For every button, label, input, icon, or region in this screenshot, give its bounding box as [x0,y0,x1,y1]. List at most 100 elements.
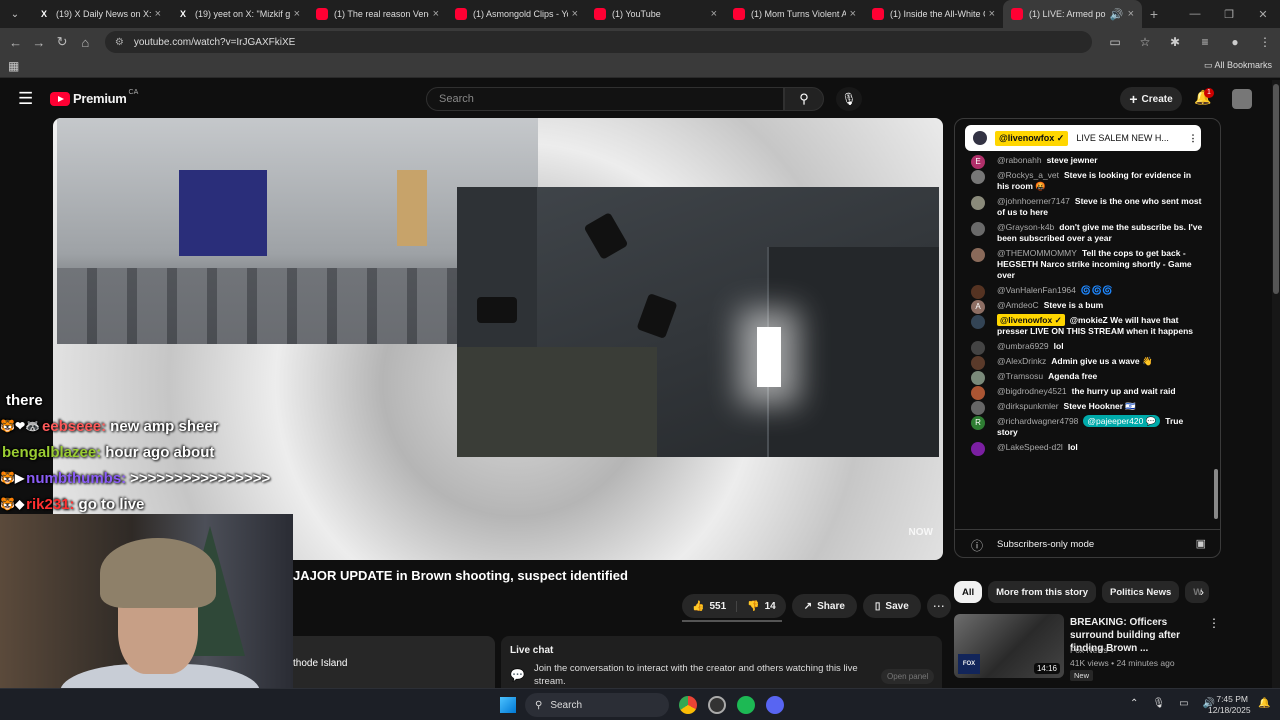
url-field[interactable]: ⚙ youtube.com/watch?v=IrJGAXFkiXE [104,31,1093,53]
open-panel-button[interactable]: Open panel [881,669,935,684]
search-input[interactable]: Search [426,87,784,111]
chip-politics-news[interactable]: Politics News [1102,581,1180,603]
more-vert-icon[interactable]: ⋮ [1208,616,1220,630]
browser-tab[interactable]: (1) Inside the All-White C × [864,0,1003,28]
chat-username[interactable]: @dirkspunkmler [997,401,1059,411]
spotify-icon[interactable] [737,696,755,714]
avatar[interactable] [971,285,985,299]
chevron-right-icon[interactable]: › [1200,585,1204,599]
avatar[interactable] [971,196,985,210]
profile-icon[interactable]: ● [1220,35,1250,49]
forward-icon[interactable]: → [27,35,50,50]
browser-tab[interactable]: (1) The real reason Venez × [308,0,447,28]
share-button[interactable]: ↗ Share [791,594,857,618]
avatar[interactable] [971,315,985,329]
browser-tab[interactable]: (1) Mom Turns Violent At × [725,0,864,28]
cast-icon[interactable]: ▭ [1100,35,1130,49]
chip-more-from-story[interactable]: More from this story [988,581,1096,603]
app-icon[interactable] [708,696,726,714]
chat-username[interactable]: @bigdrodney4521 [997,386,1067,396]
windows-start-icon[interactable] [500,697,516,713]
scroll-thumb[interactable] [1273,84,1279,294]
avatar[interactable] [1232,89,1252,109]
close-icon[interactable]: × [294,8,300,20]
close-icon[interactable]: × [989,8,995,20]
chip-truncated[interactable]: W [1185,581,1210,603]
avatar[interactable] [971,356,985,370]
avatar[interactable] [971,386,985,400]
voice-search-button[interactable]: 🎙 [836,87,862,111]
discord-icon[interactable] [766,696,784,714]
video-thumbnail[interactable]: FOX NEWS 14:16 [954,614,1064,678]
close-icon[interactable]: × [711,8,717,20]
avatar[interactable] [971,442,985,456]
tab-search-menu[interactable]: ⌄ [0,0,30,28]
emoji-picker-icon[interactable]: ▣ [1196,537,1206,550]
chat-scrollbar[interactable] [1213,123,1219,519]
notification-center-icon[interactable]: 🔔 [1258,698,1270,709]
chat-username[interactable]: @THEMOMMOMMY [997,248,1077,258]
youtube-logo[interactable]: Premium CA [50,89,138,106]
search-button[interactable]: ⚲ [784,87,824,111]
avatar[interactable] [971,222,985,236]
apps-grid-icon[interactable]: ▦ [8,59,19,73]
chat-username[interactable]: @rabonahh [997,155,1042,165]
close-icon[interactable]: × [1128,8,1134,20]
network-icon[interactable]: ▭ [1179,698,1188,709]
chat-username[interactable]: @Rockys_a_vet [997,170,1059,180]
browser-tab[interactable]: X (19) X Daily News on X: "h × [30,0,169,28]
pinned-message[interactable]: @livenowfox ✓ LIVE SALEM NEW H... ⋮ [965,125,1201,151]
owner-badge[interactable]: @livenowfox ✓ [997,314,1065,326]
minimize-icon[interactable]: — [1178,0,1212,28]
like-button[interactable]: 👍 551 [682,600,738,612]
browser-tab[interactable]: (1) Asmongold Clips - You × [447,0,586,28]
avatar[interactable]: E [971,155,985,169]
bookmark-star-icon[interactable]: ☆ [1130,35,1160,49]
chevron-up-icon[interactable]: ⌃ [1130,698,1138,709]
close-window-icon[interactable]: ✕ [1246,0,1280,28]
close-icon[interactable]: × [433,8,439,20]
chat-username[interactable]: @AmdeoC [997,300,1039,310]
avatar[interactable] [971,341,985,355]
chrome-icon[interactable] [679,696,697,714]
mention-chip[interactable]: @pajeeper420 💬 [1083,415,1161,427]
avatar[interactable] [971,371,985,385]
avatar[interactable]: R [971,416,985,430]
home-icon[interactable]: ⌂ [74,35,97,50]
maximize-icon[interactable]: ❐ [1212,0,1246,28]
site-info-icon[interactable]: ⚙ [115,37,124,48]
create-button[interactable]: + Create [1120,87,1182,111]
all-bookmarks-button[interactable]: ▭ All Bookmarks [1204,60,1272,71]
chat-username[interactable]: @johnhoerner7147 [997,196,1070,206]
close-icon[interactable]: × [850,8,856,20]
microphone-icon[interactable]: 🎙 [1152,698,1165,709]
close-icon[interactable]: × [572,8,578,20]
speaker-icon[interactable]: 🔊 [1110,8,1124,21]
dislike-button[interactable]: 👎 14 [737,601,786,612]
more-vert-icon[interactable]: ⋮ [1185,133,1201,144]
recommended-video[interactable]: FOX NEWS 14:16 BREAKING: Officers surrou… [954,614,1224,684]
menu-icon[interactable]: ☰ [18,89,33,109]
more-actions-button[interactable]: ⋯ [926,594,951,618]
browser-tab[interactable]: X (19) yeet on X: "Mizkif giv × [169,0,308,28]
channel-name[interactable]: Fox News ✓ [1070,645,1117,656]
chat-username[interactable]: @VanHalenFan1964 [997,285,1076,295]
media-icon[interactable]: ≡ [1190,35,1220,49]
taskbar-search[interactable]: ⚲ Search [525,693,669,717]
reload-icon[interactable]: ↻ [50,34,73,50]
chat-username[interactable]: @richardwagner4798 [997,416,1078,426]
new-tab-button[interactable]: + [1142,6,1166,22]
close-icon[interactable]: × [155,8,161,20]
browser-tab[interactable]: (1) YouTube × [586,0,725,28]
back-icon[interactable]: ← [4,35,27,50]
avatar[interactable] [971,401,985,415]
avatar[interactable] [971,170,985,184]
chat-username[interactable]: @Tramsosu [997,371,1043,381]
extensions-icon[interactable]: ✱ [1160,35,1190,49]
save-button[interactable]: ▯ Save [862,594,921,618]
avatar[interactable] [971,248,985,262]
browser-tab-active[interactable]: (1) LIVE: Armed police 🔊 × [1003,0,1142,28]
browser-menu-icon[interactable]: ⋮ [1250,35,1280,49]
page-scrollbar[interactable] [1272,80,1280,688]
chat-username[interactable]: @AlexDrinkz [997,356,1046,366]
